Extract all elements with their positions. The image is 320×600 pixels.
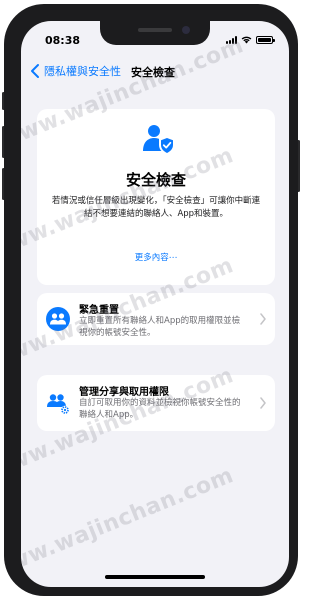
- safety-check-card: 安全檢查 若情況或信任層級出現變化，「安全檢查」可讓你中斷連結不想要連結的聯絡人…: [37, 109, 275, 285]
- battery-icon: [256, 36, 275, 44]
- card-title: 安全檢查: [125, 171, 186, 189]
- emergency-reset-title: 緊急重置: [79, 305, 119, 316]
- status-icons: [226, 35, 275, 45]
- chevron-right-icon: [260, 397, 266, 409]
- notch: [100, 21, 210, 45]
- chevron-right-icon: [260, 313, 266, 325]
- wifi-icon: [241, 36, 252, 44]
- emergency-reset-row[interactable]: 緊急重置 立即重置所有聯絡人和App的取用權限並檢視你的帳號安全性。: [37, 293, 275, 345]
- chevron-left-icon: [31, 64, 39, 78]
- screen: 08:38 隱私權與安全性 安全檢查 安全檢查 若情況或信任層級出現變化，「安全…: [21, 21, 289, 587]
- status-time: 08:38: [45, 34, 81, 47]
- watermark: www.wajinchan.com: [21, 463, 238, 584]
- manage-sharing-row[interactable]: 管理分享與取用權限 自訂可取用你的資料並檢視你帳號安全性的聯絡人和App。: [37, 375, 275, 431]
- back-button[interactable]: 隱私權與安全性: [29, 63, 121, 79]
- page-title: 安全檢查: [131, 66, 175, 79]
- manage-sharing-description: 自訂可取用你的資料並檢視你帳號安全性的聯絡人和App。: [79, 398, 241, 420]
- manage-sharing-title: 管理分享與取用權限: [79, 387, 169, 398]
- camera: [182, 26, 190, 34]
- back-label: 隱私權與安全性: [44, 65, 121, 78]
- card-description: 若情況或信任層級出現變化，「安全檢查」可讓你中斷連結不想要連結的聯絡人、App和…: [51, 196, 261, 219]
- nav-bar: 隱私權與安全性 安全檢查: [21, 59, 289, 85]
- speaker: [138, 28, 172, 32]
- people-settings-icon: [47, 394, 70, 415]
- people-reset-icon: [46, 307, 70, 331]
- shield-user-icon: [143, 125, 175, 155]
- emergency-reset-description: 立即重置所有聯絡人和App的取用權限並檢視你的帳號安全性。: [79, 316, 241, 338]
- home-indicator: [105, 575, 205, 579]
- phone-frame: 08:38 隱私權與安全性 安全檢查 安全檢查 若情況或信任層級出現變化，「安全…: [4, 4, 298, 596]
- more-link[interactable]: 更多內容⋯: [37, 251, 275, 263]
- signal-icon: [226, 36, 237, 44]
